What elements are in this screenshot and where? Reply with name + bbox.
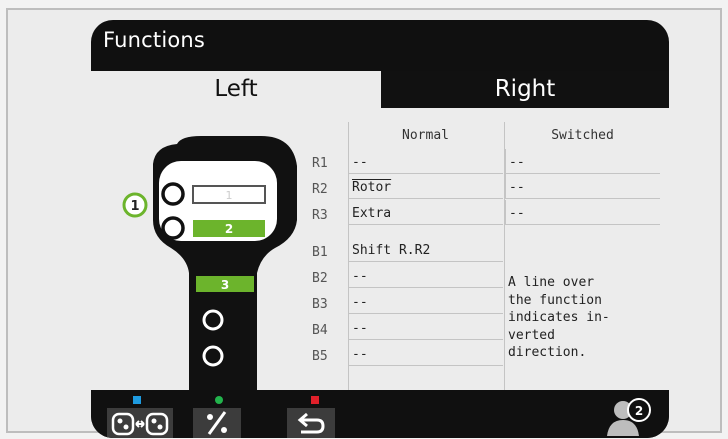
row-label-b1: B1: [312, 245, 328, 260]
note-line: verted: [508, 327, 555, 343]
percent-icon: [207, 411, 227, 435]
cell-r1-normal[interactable]: --: [348, 149, 503, 174]
row-label-b2: B2: [312, 271, 328, 286]
row-label-r3: R3: [312, 208, 328, 223]
slot-3-label: 3: [221, 278, 229, 292]
cell-b5-normal[interactable]: --: [348, 341, 503, 366]
cell-r3-switched[interactable]: --: [505, 200, 660, 225]
functions-screen: Functions Left Right 1 1 2 3 Normal Swit…: [91, 20, 669, 438]
note-line: A line over: [508, 275, 595, 290]
controller-diagram: 1 1 2 3: [122, 136, 297, 390]
row-label-b5: B5: [312, 349, 328, 364]
tab-left[interactable]: Left: [91, 71, 381, 108]
selected-marker: 1: [130, 199, 139, 214]
cell-b2-normal[interactable]: --: [348, 263, 503, 288]
percent-button[interactable]: [193, 408, 241, 438]
row-label-r1: R1: [312, 156, 328, 171]
cell-r2-normal-text: Rotor: [352, 180, 392, 195]
cell-b4-normal[interactable]: --: [348, 315, 503, 340]
window-frame: Functions Left Right 1 1 2 3 Normal Swit…: [6, 8, 722, 438]
row-label-r2: R2: [312, 182, 328, 197]
cell-r2-normal[interactable]: Rotor: [348, 174, 503, 199]
functions-panel: 1 1 2 3 Normal Switched R1 -- -- R2 Roto…: [91, 108, 669, 390]
inverted-direction-note: A line over the function indicates in- v…: [508, 274, 658, 362]
tab-right[interactable]: Right: [381, 71, 669, 108]
page-title: Functions: [103, 28, 206, 52]
cell-r1-switched[interactable]: --: [505, 149, 660, 174]
user-badge: 2: [634, 404, 644, 418]
note-line: the function: [508, 292, 602, 308]
slot-1-label: 1: [226, 189, 233, 202]
note-line: indicates in-: [508, 310, 610, 325]
row-label-b4: B4: [312, 323, 328, 338]
back-arrow-icon: [297, 412, 325, 434]
column-header-normal: Normal: [402, 128, 449, 143]
cell-b3-normal[interactable]: --: [348, 289, 503, 314]
softkey-bar: 2: [91, 390, 669, 438]
green-key-indicator: [215, 396, 223, 404]
blue-key-indicator: [133, 396, 141, 404]
swap-controller-button[interactable]: [107, 408, 173, 438]
cell-r2-switched[interactable]: --: [505, 174, 660, 199]
note-line: direction.: [508, 345, 587, 360]
column-header-switched: Switched: [551, 128, 614, 143]
cell-r3-normal[interactable]: Extra: [348, 200, 503, 225]
cell-b1-normal[interactable]: Shift R.R2: [348, 237, 503, 262]
user-profile-button[interactable]: 2: [601, 394, 657, 436]
row-label-b3: B3: [312, 297, 328, 312]
red-key-indicator: [311, 396, 319, 404]
back-button[interactable]: [287, 408, 335, 438]
slot-2-label: 2: [225, 222, 233, 236]
user-profile-icon: [607, 398, 651, 436]
swap-controller-icon: [111, 412, 169, 436]
